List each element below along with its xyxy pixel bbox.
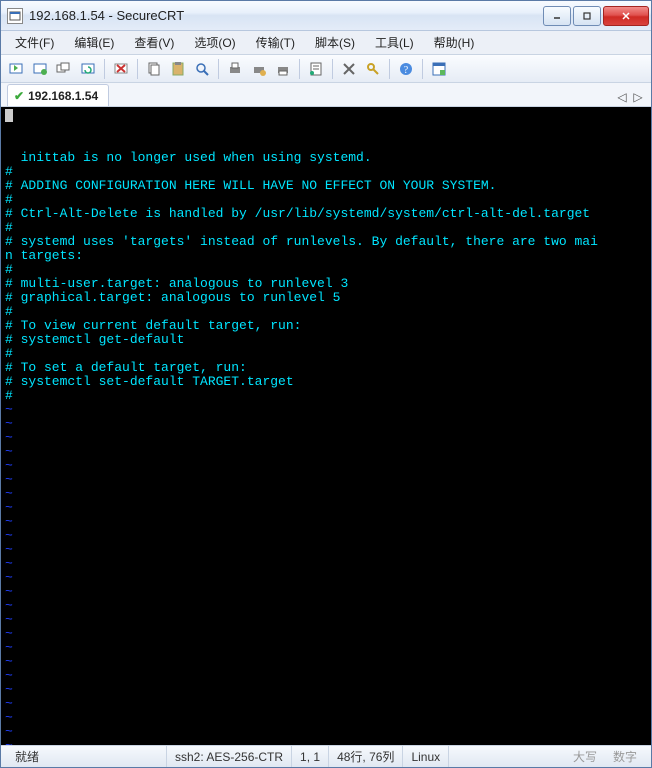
- menu-options[interactable]: 选项(O): [186, 32, 243, 53]
- terminal[interactable]: inittab is no longer used when using sys…: [1, 107, 651, 745]
- statusbar: 就绪 ssh2: AES-256-CTR 1, 1 48行, 76列 Linux…: [1, 745, 651, 767]
- toolbar-print-icon[interactable]: [224, 58, 246, 80]
- toolbar-session-icon[interactable]: [53, 58, 75, 80]
- tab-connected-icon: ✔: [14, 89, 24, 103]
- toolbar-copy-icon[interactable]: [143, 58, 165, 80]
- toolbar-find-icon[interactable]: [191, 58, 213, 80]
- status-cursor: 1, 1: [292, 746, 329, 767]
- tab-label: 192.168.1.54: [28, 89, 98, 103]
- tabstrip: ✔ 192.168.1.54 ◁ ▷: [1, 83, 651, 107]
- menu-transfer[interactable]: 传输(T): [248, 32, 303, 53]
- menu-tools[interactable]: 工具(L): [367, 32, 422, 53]
- status-num: 数字: [605, 746, 645, 767]
- toolbar-reconnect-icon[interactable]: [77, 58, 99, 80]
- svg-text:?: ?: [404, 65, 409, 76]
- menu-file[interactable]: 文件(F): [7, 32, 62, 53]
- toolbar-help-icon[interactable]: ?: [395, 58, 417, 80]
- menu-edit[interactable]: 编辑(E): [66, 32, 122, 53]
- status-os: Linux: [403, 746, 449, 767]
- toolbar-paste-icon[interactable]: [167, 58, 189, 80]
- status-caps: 大写: [565, 746, 605, 767]
- toolbar-printsetup-icon[interactable]: [248, 58, 270, 80]
- status-ready: 就绪: [7, 746, 167, 767]
- titlebar: 192.168.1.54 - SecureCRT: [1, 1, 651, 31]
- maximize-button[interactable]: [573, 6, 601, 26]
- menu-help[interactable]: 帮助(H): [426, 32, 483, 53]
- app-icon: [7, 8, 23, 24]
- toolbar-properties-icon[interactable]: [305, 58, 327, 80]
- menubar: 文件(F) 编辑(E) 查看(V) 选项(O) 传输(T) 脚本(S) 工具(L…: [1, 31, 651, 55]
- menu-script[interactable]: 脚本(S): [307, 32, 363, 53]
- session-tab[interactable]: ✔ 192.168.1.54: [7, 84, 109, 106]
- toolbar-printscreen-icon[interactable]: [272, 58, 294, 80]
- terminal-cursor: [5, 109, 13, 122]
- toolbar: ?: [1, 55, 651, 83]
- toolbar-view-icon[interactable]: [428, 58, 450, 80]
- menu-view[interactable]: 查看(V): [126, 32, 182, 53]
- window-title: 192.168.1.54 - SecureCRT: [29, 8, 541, 23]
- toolbar-quick-connect-icon[interactable]: [5, 58, 27, 80]
- toolbar-tools-icon[interactable]: [338, 58, 360, 80]
- tab-scroll-right-icon[interactable]: ▷: [631, 88, 645, 106]
- tab-scroll-left-icon[interactable]: ◁: [615, 88, 629, 106]
- status-cipher: ssh2: AES-256-CTR: [167, 746, 292, 767]
- status-size: 48行, 76列: [329, 746, 403, 767]
- toolbar-connect-icon[interactable]: [29, 58, 51, 80]
- toolbar-disconnect-icon[interactable]: [110, 58, 132, 80]
- toolbar-key-icon[interactable]: [362, 58, 384, 80]
- close-button[interactable]: [603, 6, 649, 26]
- app-window: 192.168.1.54 - SecureCRT 文件(F) 编辑(E) 查看(…: [0, 0, 652, 768]
- minimize-button[interactable]: [543, 6, 571, 26]
